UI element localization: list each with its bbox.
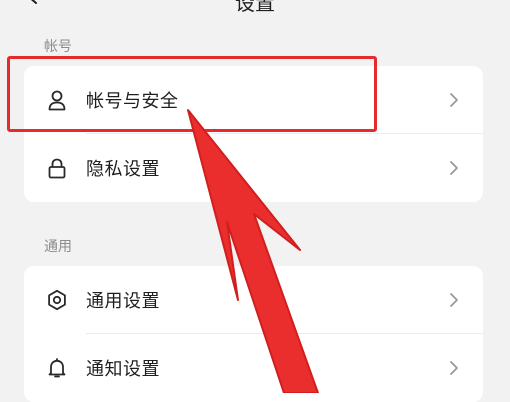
person-icon <box>46 89 68 111</box>
chevron-right-icon <box>450 93 458 107</box>
notification-settings-label: 通知设置 <box>86 359 160 380</box>
privacy-settings-label: 隐私设置 <box>86 159 160 180</box>
section-label-general: 通用 <box>44 239 72 255</box>
general-card: 通用设置 通知设置 <box>24 266 483 402</box>
account-card: 帐号与安全 隐私设置 <box>24 66 483 202</box>
top-bar: 设置 <box>0 0 510 18</box>
chevron-right-icon <box>450 293 458 307</box>
gear-icon <box>46 289 68 311</box>
chevron-right-icon <box>450 361 458 375</box>
notification-settings-row[interactable]: 通知设置 <box>24 334 483 402</box>
lock-icon <box>46 157 68 179</box>
general-settings-label: 通用设置 <box>86 291 160 312</box>
chevron-right-icon <box>450 161 458 175</box>
page-title: 设置 <box>235 0 275 15</box>
account-security-label: 帐号与安全 <box>86 91 179 112</box>
bell-icon <box>46 357 68 379</box>
section-label-account: 帐号 <box>44 39 72 55</box>
privacy-settings-row[interactable]: 隐私设置 <box>24 134 483 202</box>
general-settings-row[interactable]: 通用设置 <box>24 266 483 334</box>
account-security-row[interactable]: 帐号与安全 <box>24 66 483 134</box>
